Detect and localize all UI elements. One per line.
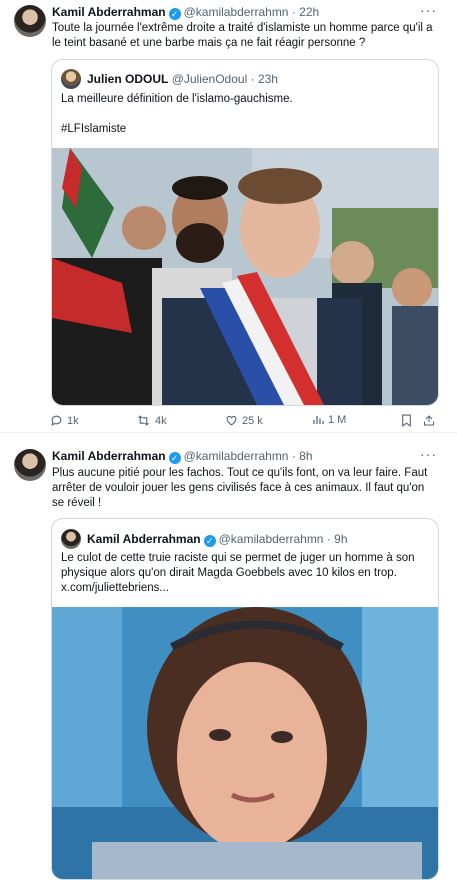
- quote-avatar: [61, 529, 81, 549]
- tweet-header: Kamil Abderrahman ✓ @kamilabderrahmn · 22h: [52, 5, 319, 20]
- author-name[interactable]: Kamil Abderrahman: [52, 449, 166, 463]
- like-count: 25 k: [242, 414, 263, 427]
- views-button[interactable]: 1 M: [312, 414, 346, 426]
- quote-photo[interactable]: [52, 148, 438, 405]
- quote-header: Kamil Abderrahman ✓ @kamilabderrahmn · 9h: [87, 532, 348, 547]
- quote-handle: @JulienOdoul: [171, 72, 248, 86]
- views-icon: [313, 416, 324, 424]
- tweet-text: Toute la journée l'extrême droite a trai…: [52, 22, 433, 49]
- author-handle[interactable]: @kamilabderrahmn: [184, 449, 289, 463]
- more-icon[interactable]: ···: [420, 446, 437, 462]
- author-handle[interactable]: @kamilabderrahmn: [184, 5, 289, 19]
- verified-icon: ✓: [168, 452, 181, 464]
- author-avatar[interactable]: [14, 5, 46, 37]
- like-button[interactable]: 25 k: [225, 414, 263, 427]
- quote-author: Kamil Abderrahman: [87, 532, 201, 546]
- retweet-count: 4k: [155, 414, 167, 427]
- reply-icon: [51, 415, 62, 426]
- reply-count: 1k: [67, 414, 79, 427]
- bookmark-button[interactable]: [401, 414, 412, 427]
- retweet-button[interactable]: 4k: [136, 414, 167, 427]
- more-icon[interactable]: ···: [420, 2, 437, 18]
- reply-button[interactable]: 1k: [50, 414, 79, 427]
- views-count: 1 M: [328, 414, 347, 426]
- tweet-time[interactable]: · 22h: [292, 5, 319, 19]
- quoted-tweet[interactable]: Julien ODOUL @JulienOdoul · 23h La meill…: [51, 59, 439, 406]
- quote-header: Julien ODOUL @JulienOdoul · 23h: [87, 72, 278, 86]
- author-name[interactable]: Kamil Abderrahman: [52, 5, 166, 19]
- verified-icon: ✓: [203, 535, 216, 547]
- tweet-2[interactable]: Kamil Abderrahman ✓ @kamilabderrahmn · 8h …: [0, 444, 457, 880]
- quote-text: La meilleure définition de l'islamo-gauc…: [61, 93, 293, 135]
- share-button[interactable]: [423, 414, 435, 427]
- tweet-divider: [0, 432, 457, 433]
- like-icon: [226, 415, 237, 426]
- quote-time: · 9h: [326, 532, 348, 546]
- author-avatar[interactable]: [14, 449, 46, 481]
- tweet-time[interactable]: · 8h: [292, 449, 313, 463]
- bookmark-icon: [402, 414, 411, 427]
- quote-photo[interactable]: [52, 607, 438, 879]
- quote-author: Julien ODOUL: [87, 72, 169, 86]
- quote-time: · 23h: [250, 72, 278, 86]
- quote-avatar: [61, 69, 81, 89]
- tweet-1[interactable]: Kamil Abderrahman ✓ @kamilabderrahmn · 22h…: [0, 0, 457, 432]
- quote-handle: @kamilabderrahmn: [218, 532, 324, 546]
- tweet-actions: 1k 4k 25 k 1 M: [50, 414, 440, 430]
- quote-text: Le culot de cette truie raciste qui se p…: [61, 552, 415, 594]
- verified-icon: ✓: [168, 8, 181, 20]
- quoted-tweet[interactable]: Kamil Abderrahman ✓ @kamilabderrahmn · 9h …: [51, 518, 439, 880]
- tweet-header: Kamil Abderrahman ✓ @kamilabderrahmn · 8h: [52, 449, 313, 464]
- share-icon: [424, 415, 434, 426]
- tweet-text: Plus aucune pitié pour les fachos. Tout …: [52, 467, 428, 509]
- retweet-icon: [138, 415, 149, 426]
